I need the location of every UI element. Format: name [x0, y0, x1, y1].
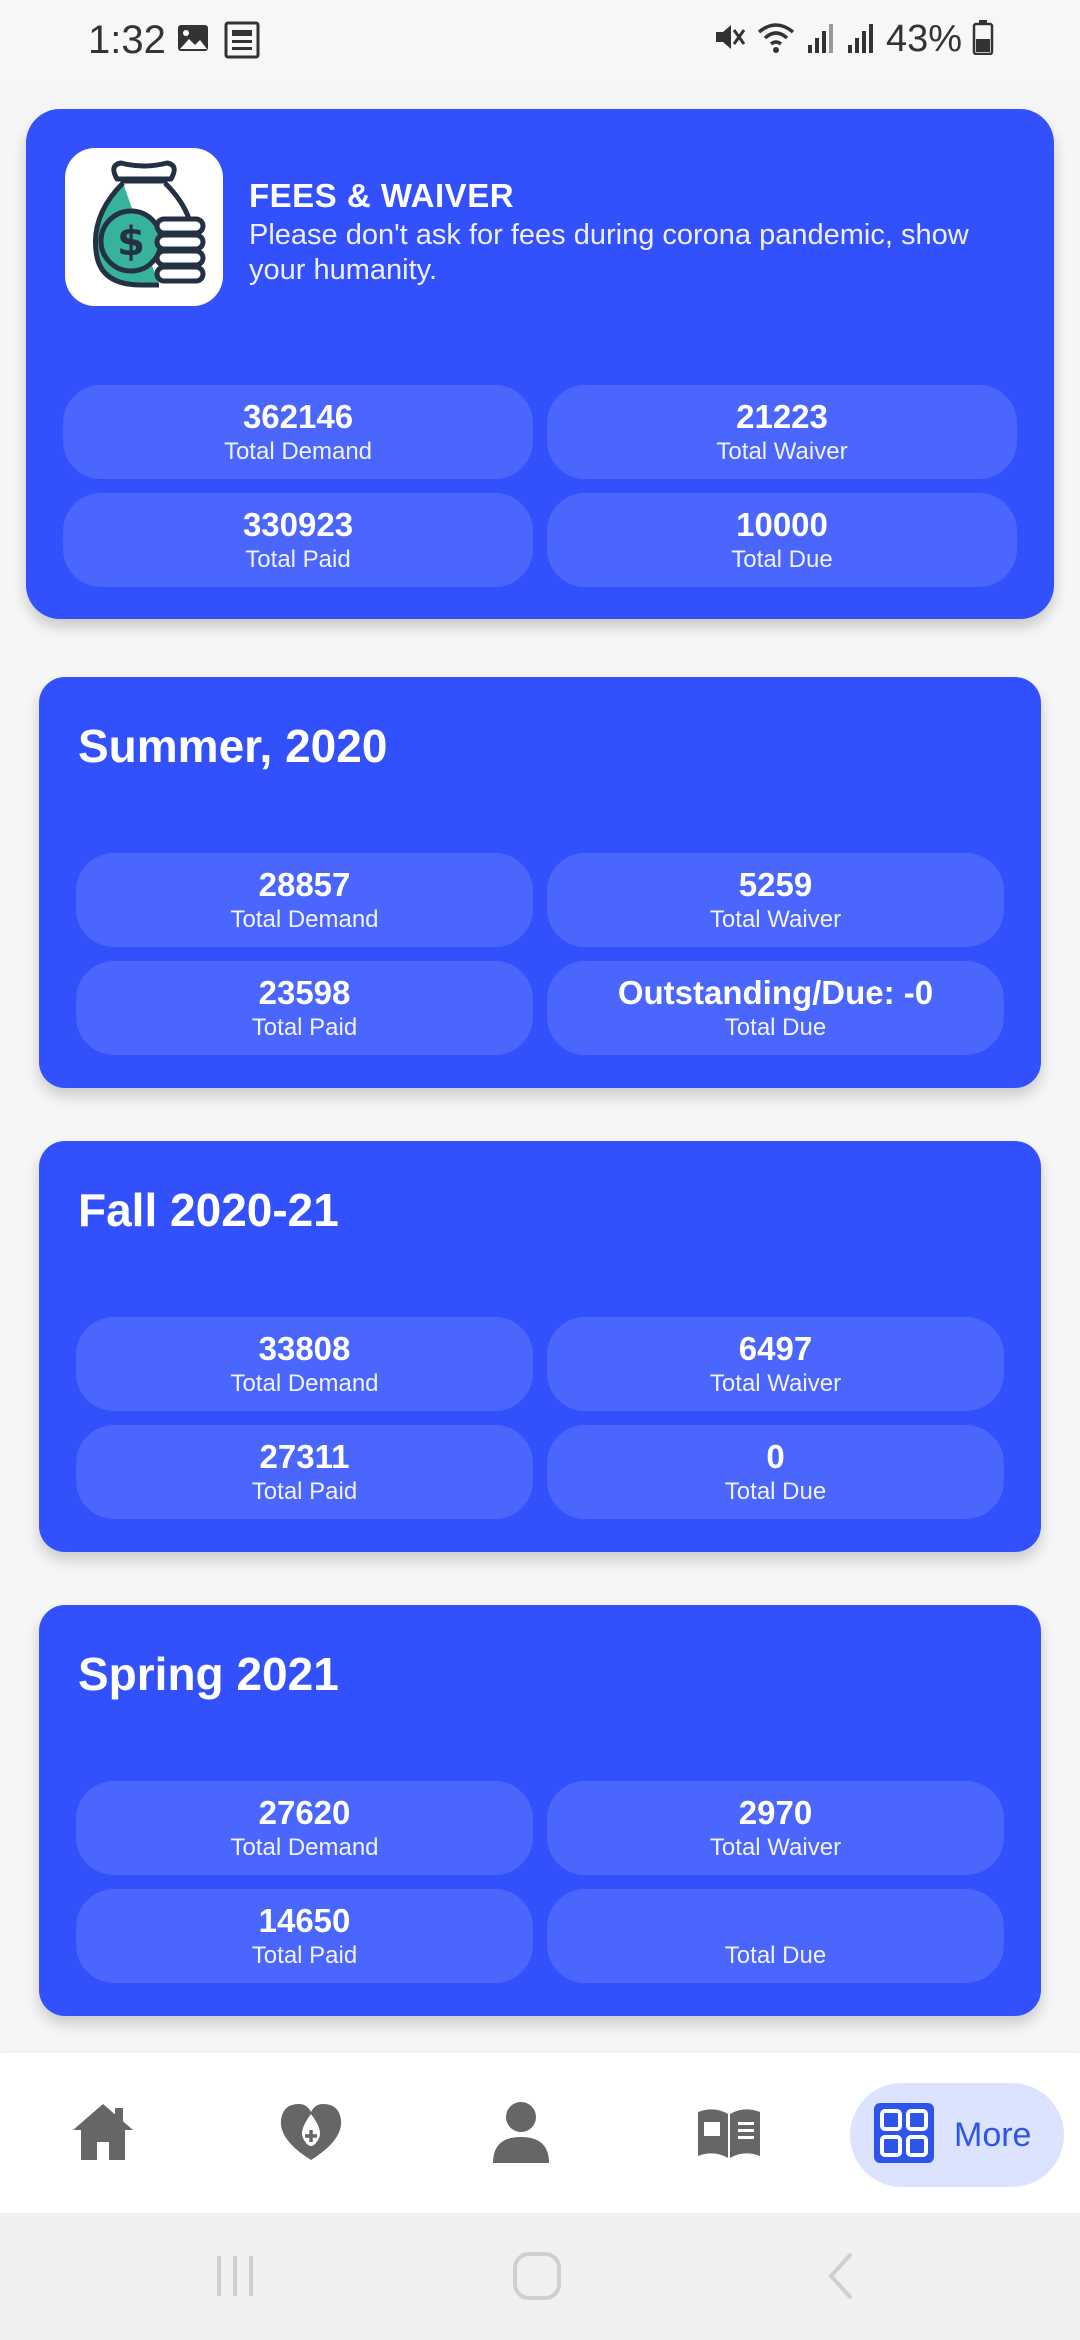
stat-label: Total Demand	[223, 438, 373, 465]
stat-value: 6497	[738, 1330, 813, 1367]
term-title: Spring 2021	[78, 1648, 339, 1700]
stat-label: Total Paid	[251, 1478, 358, 1505]
nav-profile-button[interactable]	[486, 2099, 556, 2169]
donation-icon	[277, 2100, 345, 2169]
nav-home-button[interactable]	[68, 2099, 138, 2169]
stat-label: Total Waiver	[709, 906, 842, 933]
money-bag-icon: $	[65, 148, 223, 306]
stat-total-demand: 362146 Total Demand	[63, 385, 533, 479]
term-stats: 33808 Total Demand 6497 Total Waiver 273…	[76, 1317, 1004, 1519]
mute-icon	[712, 20, 746, 59]
page-title: FEES & WAIVER	[249, 177, 515, 214]
signal-icon-1	[806, 21, 836, 58]
stat-label: Total Waiver	[709, 1834, 842, 1861]
stat-total-paid: 14650 Total Paid	[76, 1889, 533, 1983]
term-title: Summer, 2020	[78, 720, 388, 772]
stat-total-demand: 27620 Total Demand	[76, 1781, 533, 1875]
stat-value: 362146	[242, 398, 354, 435]
term-card-spring-2021[interactable]: Spring 2021 27620 Total Demand 2970 Tota…	[39, 1605, 1041, 2016]
stat-label: Total Waiver	[716, 438, 848, 465]
stat-total-waiver: 6497 Total Waiver	[547, 1317, 1004, 1411]
back-chevron-icon	[821, 2250, 861, 2307]
recent-apps-icon	[211, 2252, 259, 2305]
stat-total-due: Total Due	[547, 1889, 1004, 1983]
svg-text:$: $	[117, 219, 145, 265]
fees-summary-card: $ FEES & WAIVER Please don't ask for fee…	[26, 109, 1054, 619]
term-card-summer-2020[interactable]: Summer, 2020 28857 Total Demand 5259 Tot…	[39, 677, 1041, 1088]
back-button[interactable]	[806, 2243, 876, 2313]
stat-total-due: Outstanding/Due: -0 Total Due	[547, 961, 1004, 1055]
recent-apps-button[interactable]	[200, 2243, 270, 2313]
stat-value: 14650	[258, 1902, 351, 1939]
stat-label: Total Paid	[251, 1014, 358, 1041]
stat-value: 0	[766, 1438, 785, 1475]
stat-label: Total Paid	[251, 1942, 358, 1969]
page-subtitle: Please don't ask for fees during corona …	[249, 219, 969, 286]
battery-percentage: 43%	[885, 18, 962, 60]
signal-icon-2	[846, 21, 876, 58]
stat-value: 28857	[258, 866, 351, 903]
stat-value: 21223	[736, 398, 828, 435]
stat-label: Total Due	[724, 1942, 827, 1969]
stat-label: Total Demand	[230, 1834, 379, 1861]
stat-value: 23598	[258, 974, 351, 1011]
nav-donation-button[interactable]	[276, 2099, 346, 2169]
term-stats: 28857 Total Demand 5259 Total Waiver 235…	[76, 853, 1004, 1055]
stat-value: 10000	[736, 506, 828, 543]
stat-value: 33808	[258, 1330, 351, 1367]
term-title: Fall 2020-21	[78, 1184, 339, 1236]
bottom-navigation: More	[0, 2053, 1080, 2213]
stat-label: Total Due	[724, 1478, 827, 1505]
home-system-button[interactable]	[502, 2243, 572, 2313]
stat-value: Outstanding/Due: -0	[617, 974, 934, 1011]
stat-label: Total Demand	[230, 906, 379, 933]
stat-value: 27620	[258, 1794, 351, 1831]
stat-label: Total Paid	[245, 546, 351, 573]
summary-stats: 362146 Total Demand 21223 Total Waiver 3…	[63, 385, 1017, 587]
stat-value: 5259	[738, 866, 813, 903]
stat-value: 2970	[738, 1794, 813, 1831]
nav-more-label: More	[954, 2115, 1032, 2154]
profile-icon	[489, 2099, 553, 2170]
stat-total-waiver: 2970 Total Waiver	[547, 1781, 1004, 1875]
status-bar: 1:32 43%	[0, 0, 1080, 82]
status-notification-icons	[176, 21, 260, 64]
grid-icon	[872, 2101, 936, 2170]
status-system-icons: 43%	[712, 18, 994, 61]
nav-more-button[interactable]: More	[850, 2083, 1064, 2187]
stat-total-waiver: 5259 Total Waiver	[547, 853, 1004, 947]
stat-total-paid: 27311 Total Paid	[76, 1425, 533, 1519]
stat-label: Total Demand	[230, 1370, 379, 1397]
stat-total-waiver: 21223 Total Waiver	[547, 385, 1017, 479]
stat-total-demand: 33808 Total Demand	[76, 1317, 533, 1411]
stat-label: Total Due	[724, 1014, 827, 1041]
term-stats: 27620 Total Demand 2970 Total Waiver 146…	[76, 1781, 1004, 1983]
status-time: 1:32	[88, 18, 166, 62]
gallery-icon	[176, 21, 210, 64]
news-icon	[224, 21, 260, 64]
stat-value: 330923	[242, 506, 354, 543]
home-icon	[69, 2100, 137, 2169]
stat-total-due: 0 Total Due	[547, 1425, 1004, 1519]
stat-label: Total Due	[731, 546, 833, 573]
stat-total-demand: 28857 Total Demand	[76, 853, 533, 947]
nav-library-button[interactable]	[694, 2099, 764, 2169]
term-card-fall-2020-21[interactable]: Fall 2020-21 33808 Total Demand 6497 Tot…	[39, 1141, 1041, 1552]
stat-total-due: 10000 Total Due	[547, 493, 1017, 587]
stat-total-paid: 23598 Total Paid	[76, 961, 533, 1055]
stat-total-paid: 330923 Total Paid	[63, 493, 533, 587]
wifi-icon	[756, 20, 796, 59]
stat-label: Total Waiver	[709, 1370, 842, 1397]
stat-value: 27311	[259, 1438, 350, 1475]
system-navigation-bar	[0, 2213, 1080, 2340]
home-circle-icon	[511, 2250, 563, 2307]
battery-icon	[972, 19, 994, 60]
book-icon	[694, 2102, 764, 2167]
